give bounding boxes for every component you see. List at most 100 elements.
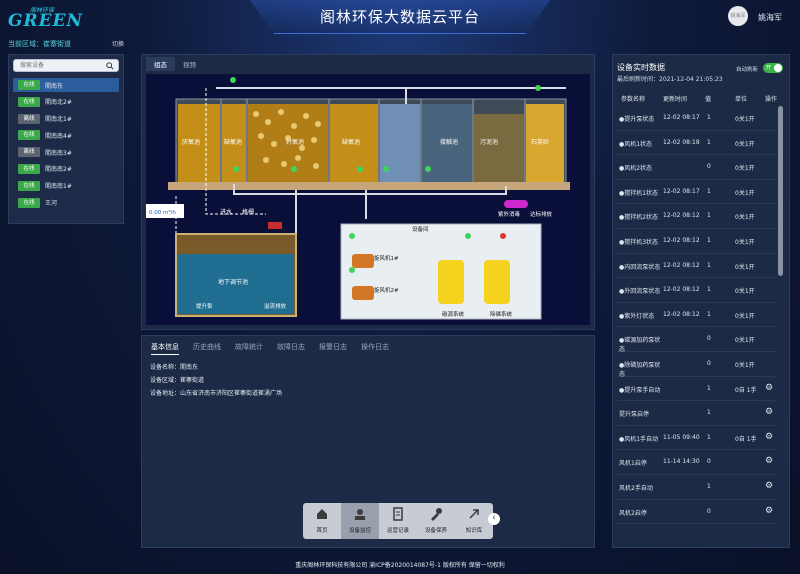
device-item[interactable]: 在线 閤南南2# (13, 162, 119, 176)
table-row: ●除磷加药泵状态 0 0关1开 (617, 352, 777, 378)
info-tab[interactable]: 操作日志 (361, 342, 389, 355)
switch-region-link[interactable]: 切换 (112, 39, 124, 48)
param-name: ●搅拌机3状态 (619, 239, 659, 246)
status-badge: 在线 (18, 80, 40, 90)
table-scrollbar[interactable] (778, 106, 783, 276)
dock-collapse-icon[interactable]: ‹ (488, 513, 500, 525)
device-item[interactable]: 在线 閤南南4# (13, 128, 119, 142)
param-value: 0 (707, 335, 711, 343)
last-refresh-time: 最后刷新时间：2021-12-04 21:05:23 (617, 76, 723, 83)
update-time: 12-02 08:12 (663, 212, 700, 220)
table-row: ●外回流泵状态 12-02 08:12 1 0关1开 (617, 278, 777, 303)
username[interactable]: 姚海军 (758, 12, 782, 23)
table-row: 提升泵启停 1 ⚙ (617, 401, 777, 426)
gear-icon[interactable]: ⚙ (765, 407, 773, 417)
dosing1-label: 碳源系统 (442, 310, 465, 318)
device-name: 閤南南1# (45, 183, 72, 191)
param-name: ●提升泵手自动 (619, 386, 661, 394)
dock-item[interactable]: 首页 (303, 503, 341, 539)
table-row: ●搅拌机3状态 12-02 08:12 1 0关1开 (617, 229, 777, 254)
device-list: 在线 閤南东 在线 閤南北2# 离线 閤南北1# 在线 閤南南4# 离线 閤南南3# 在线 閤南南2#… (13, 78, 119, 212)
status-badge: 离线 (18, 147, 40, 158)
search-box[interactable] (13, 59, 119, 72)
overflow-label: 溢流排放 (264, 302, 287, 310)
device-item[interactable]: 在线 王河 (13, 196, 119, 210)
table-row: 风机2启停 0 ⚙ (617, 500, 777, 525)
footer: 重庆阁林环保科技有限公司 渝ICP备2020014087号-1 版权所有 保留一… (295, 562, 505, 569)
param-name: ●风机1状态 (619, 140, 653, 148)
param-name: ●风机2状态 (619, 165, 653, 173)
param-value: 1 (707, 237, 711, 244)
search-icon[interactable] (106, 62, 114, 70)
device-area-line: 设备区域：崔寨街道 (150, 377, 205, 384)
equal-pool-label: 地下调节池 (218, 278, 248, 286)
param-name: ●碳源加药泵状态 (619, 337, 661, 354)
gear-icon[interactable]: ⚙ (765, 432, 773, 442)
param-value: 1 (707, 310, 711, 318)
search-input[interactable] (14, 60, 104, 71)
update-time: 12-02 08:17 (663, 114, 700, 121)
device-item[interactable]: 离线 閤南北1# (13, 112, 119, 126)
update-time: 12-02 08:12 (663, 261, 700, 269)
update-time: 11-05 09:40 (663, 433, 700, 441)
param-name: 风机2手自动 (619, 485, 653, 492)
param-value: 0 (707, 507, 711, 515)
device-name: 閤南东 (45, 82, 64, 90)
dosing-tank-1 (438, 260, 464, 304)
status-badge: 离线 (18, 113, 40, 124)
param-name: ●紫外灯状态 (619, 312, 655, 320)
record-icon (391, 507, 405, 521)
tab-config[interactable]: 组态 (146, 57, 175, 71)
monitor-icon (353, 507, 367, 521)
device-item[interactable]: 在线 閤南东 (13, 78, 119, 92)
param-value: 1 (707, 212, 711, 220)
table-row: ●内回流泵状态 12-02 08:12 1 0关1开 (617, 254, 777, 279)
info-tab[interactable]: 故障日志 (277, 342, 305, 355)
param-name: ●提升泵状态 (619, 116, 655, 123)
param-name: 提升泵启停 (619, 411, 650, 419)
status-badge: 在线 (18, 163, 40, 174)
param-unit: 0自 1手 (735, 386, 757, 394)
gear-icon[interactable]: ⚙ (765, 456, 773, 466)
header-name: 参数名称 (621, 96, 646, 103)
gear-icon[interactable]: ⚙ (765, 506, 773, 516)
toggle-text: 开 (766, 65, 772, 71)
param-unit: 0关1开 (735, 189, 755, 197)
device-item[interactable]: 在线 閤南北2# (13, 95, 119, 109)
dock-item[interactable]: 设备监控 (341, 503, 379, 539)
dock-label: 设备监控 (348, 528, 371, 534)
avatar[interactable]: 姚海军 (728, 6, 748, 26)
param-value: 1 (707, 138, 711, 146)
auto-refresh-label: 自动刷新 (736, 67, 759, 73)
param-name: 风机2启停 (619, 509, 647, 517)
param-unit: 0关1开 (735, 140, 755, 148)
dock-item[interactable]: 运营记录 (379, 503, 417, 539)
info-tab[interactable]: 历史曲线 (193, 342, 221, 355)
table-row: ●搅拌机1状态 12-02 08:17 1 0关1开 (617, 180, 777, 205)
param-value: 1 (707, 409, 711, 417)
tank6-label: 接触池 (440, 138, 458, 146)
gear-icon[interactable]: ⚙ (765, 383, 773, 393)
gear-icon[interactable]: ⚙ (765, 481, 773, 491)
device-name: 閤南北1# (45, 116, 72, 124)
update-time: 12-02 08:18 (663, 138, 700, 146)
device-item[interactable]: 离线 閤南南3# (13, 145, 119, 159)
tank3-label: 好氧池 (286, 138, 304, 146)
param-unit: 0关1开 (735, 239, 755, 246)
dock-label: 设备保养 (424, 528, 447, 534)
auto-refresh-toggle[interactable]: 开 (763, 63, 783, 73)
dock-item[interactable]: 设备保养 (417, 503, 455, 539)
tank7-label: 污泥池 (480, 138, 498, 146)
info-tab[interactable]: 报警日志 (319, 342, 347, 355)
table-row: ●风机2状态 0 0关1开 (617, 155, 777, 180)
dock-item[interactable]: 知识库 (455, 503, 493, 539)
param-name: 风机1启停 (619, 460, 647, 468)
info-tab[interactable]: 故障统计 (235, 342, 263, 355)
uv-unit (504, 200, 528, 208)
tab-video[interactable]: 视频 (175, 57, 204, 71)
water-in-label: 进水 (220, 208, 232, 216)
device-name: 閤南南3# (45, 149, 72, 157)
device-item[interactable]: 在线 閤南南1# (13, 179, 119, 193)
info-tab[interactable]: 基本信息 (151, 342, 179, 355)
region-label: 当前区域：崔寨街道 (8, 39, 71, 49)
